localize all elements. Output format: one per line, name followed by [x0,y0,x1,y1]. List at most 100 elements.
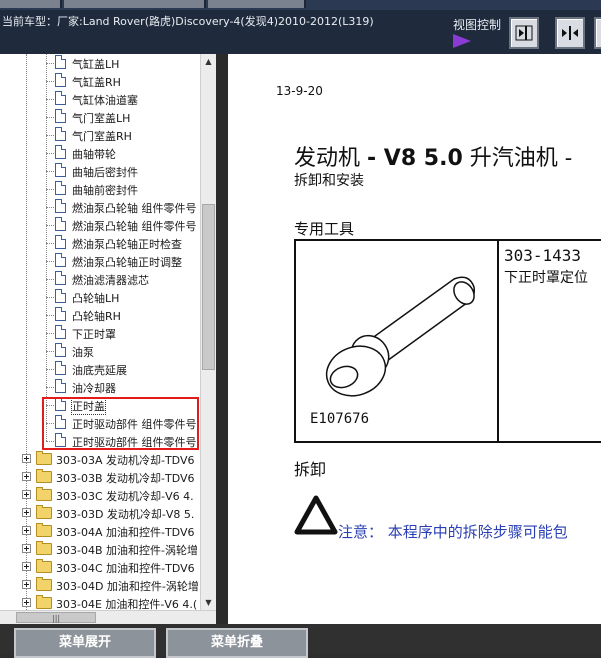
tree-item-document[interactable]: 燃油滤清器滤芯 [0,270,200,288]
bottom-toolbar: 菜单展开 菜单折叠 [0,624,601,658]
tool-description: 下正时罩定位 [504,270,588,286]
folder-icon [36,469,52,483]
expand-plus-icon[interactable] [22,544,31,553]
tree-item-label: 303-03A 发动机冷却-TDV6 [56,454,195,467]
title-bold: - V8 5.0 [367,146,463,171]
tree-connector [46,351,54,352]
title-suffix: 升汽油机 - [469,146,573,171]
tree-item-document[interactable]: 燃油泵凸轮轴正时调整 [0,252,200,270]
tree-item-document[interactable]: 气缸盖RH [0,72,200,90]
tree-item-label: 油底壳延展 [72,364,127,377]
expand-plus-icon[interactable] [22,526,31,535]
tree-connector [46,153,54,154]
tree-connector [46,225,54,226]
tree-item-label: 303-04A 加油和控件-TDV6 [56,526,195,539]
warning-text: 注意： 本程序中的拆除步骤可能包 [338,523,568,541]
document-icon [55,379,66,393]
vehicle-info: 当前车型：厂家:Land Rover(路虎)Discovery-4(发现4)20… [2,15,374,28]
tree-horizontal-scrollbar[interactable]: ||| [0,610,216,624]
tree-item-document[interactable]: 下正时罩 [0,324,200,342]
tree-item-folder[interactable]: 303-03A 发动机冷却-TDV6 [0,450,200,468]
tree-panel: 气缸盖LH 气缸盖RH 气缸体油道塞 气门室盖LH 气门室盖RH 曲轴带轮曲轴后密封件 曲轴… [0,54,216,624]
tree-item-label: 燃油泵凸轮轴正时调整 [72,256,182,269]
tree-item-document[interactable]: 油泵 [0,342,200,360]
expand-plus-icon[interactable] [22,508,31,517]
tree-connector [46,279,54,280]
document-date: 13-9-20 [276,84,323,98]
tree-item-folder[interactable]: 303-03C 发动机冷却-V6 4. [0,486,200,504]
tree-connector [46,315,54,316]
expand-plus-icon[interactable] [22,598,31,607]
special-tool-table: E107676 303-1433 下正时罩定位 [294,239,601,443]
tree-item-document[interactable]: 燃油泵凸轮轴 组件零件号 [0,216,200,234]
document-panel: 13-9-20 发动机 - V8 5.0 升汽油机 - 拆卸和安装 专用工具 E… [228,54,601,624]
tree-item-label: 曲轴后密封件 [72,166,138,179]
highlight-box [42,397,199,450]
tree-item-document[interactable]: 曲轴前密封件 [0,180,200,198]
folder-icon [36,559,52,573]
top-tab[interactable] [208,0,306,8]
tree-item-folder[interactable]: 303-04C 加油和控件-TDV6 [0,558,200,576]
expand-plus-icon[interactable] [22,454,31,463]
tool-number: 303-1433 [504,246,582,265]
folder-icon [36,523,52,537]
tree-item-document[interactable]: 气门室盖RH [0,126,200,144]
document-icon [55,127,66,141]
panel-divider[interactable] [216,54,228,624]
tree-item-document[interactable]: 曲轴后密封件 [0,162,200,180]
expand-plus-icon[interactable] [22,472,31,481]
tree-item-document[interactable]: 燃油泵凸轮轴正时检查 [0,234,200,252]
view-expand-right-button[interactable] [509,17,539,49]
tree-item-document[interactable]: 凸轮轴RH [0,306,200,324]
folder-icon [36,577,52,591]
tree-connector [46,243,54,244]
tree-connector [46,297,54,298]
tree-item-folder[interactable]: 303-03D 发动机冷却-V8 5. [0,504,200,522]
tree-item-document[interactable]: 气门室盖LH [0,108,200,126]
warning-triangle-icon [294,495,338,535]
tree-item-folder[interactable]: 303-04D 加油和控件-涡轮增 [0,576,200,594]
panel-split-icon [562,26,578,40]
tree-item-label: 曲轴带轮 [72,148,116,161]
special-tools-heading: 专用工具 [294,220,355,238]
scroll-down-icon[interactable]: ▼ [201,595,216,610]
tree-item-document[interactable]: 凸轮轴LH [0,288,200,306]
tree-item-label: 油冷却器 [72,382,116,395]
tree-item-document[interactable]: 气缸盖LH [0,54,200,72]
tree-item-document[interactable]: 曲轴带轮 [0,144,200,162]
document-icon [55,361,66,375]
expand-plus-icon[interactable] [22,580,31,589]
document-icon [55,235,66,249]
tree-item-document[interactable]: 油冷却器 [0,378,200,396]
title-prefix: 发动机 [294,146,361,171]
top-tab-strip [0,0,601,10]
table-divider [497,241,499,441]
view-expand-left-button[interactable] [594,17,601,49]
header-bar: 当前车型：厂家:Land Rover(路虎)Discovery-4(发现4)20… [0,10,601,54]
tree-item-folder[interactable]: 303-04A 加油和控件-TDV6 [0,522,200,540]
document-icon [55,145,66,159]
scroll-up-icon[interactable]: ▲ [201,54,216,69]
tree-item-folder[interactable]: 303-04B 加油和控件-涡轮增 [0,540,200,558]
tree-item-document[interactable]: 油底壳延展 [0,360,200,378]
top-tab[interactable] [0,0,62,8]
tree-item-document[interactable]: 燃油泵凸轮轴 组件零件号 [0,198,200,216]
scroll-thumb[interactable] [202,204,215,370]
tree-item-label: 303-04D 加油和控件-涡轮增 [56,580,199,593]
tree-connector [46,333,54,334]
expand-plus-icon[interactable] [22,490,31,499]
triangle-arrow-icon [453,34,471,48]
document-icon [55,307,66,321]
top-tab[interactable] [64,0,206,8]
tree-connector [46,261,54,262]
folder-icon [36,595,52,609]
tree-item-document[interactable]: 气缸体油道塞 [0,90,200,108]
tree-item-folder[interactable]: 303-03B 发动机冷却-TDV6 [0,468,200,486]
tree-vertical-scrollbar[interactable]: ▲ ▼ [200,54,216,610]
expand-plus-icon[interactable] [22,562,31,571]
tree-item-label: 曲轴前密封件 [72,184,138,197]
tree-item-label: 燃油泵凸轮轴正时检查 [72,238,182,251]
document-icon [55,91,66,105]
view-split-button[interactable] [555,17,585,49]
tree-item-label: 气缸体油道塞 [72,94,138,107]
